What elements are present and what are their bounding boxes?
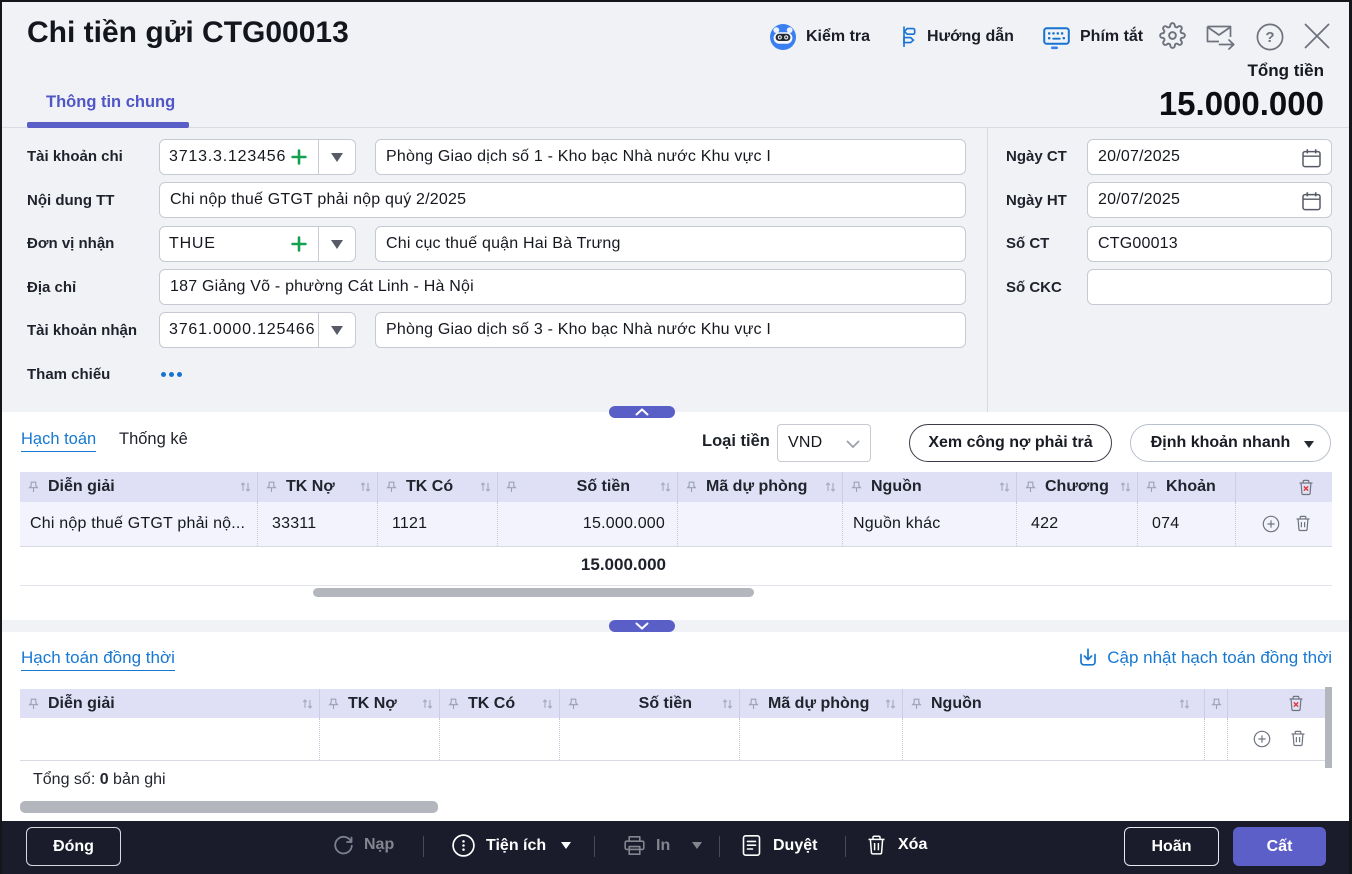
- svg-text:?: ?: [1265, 29, 1274, 46]
